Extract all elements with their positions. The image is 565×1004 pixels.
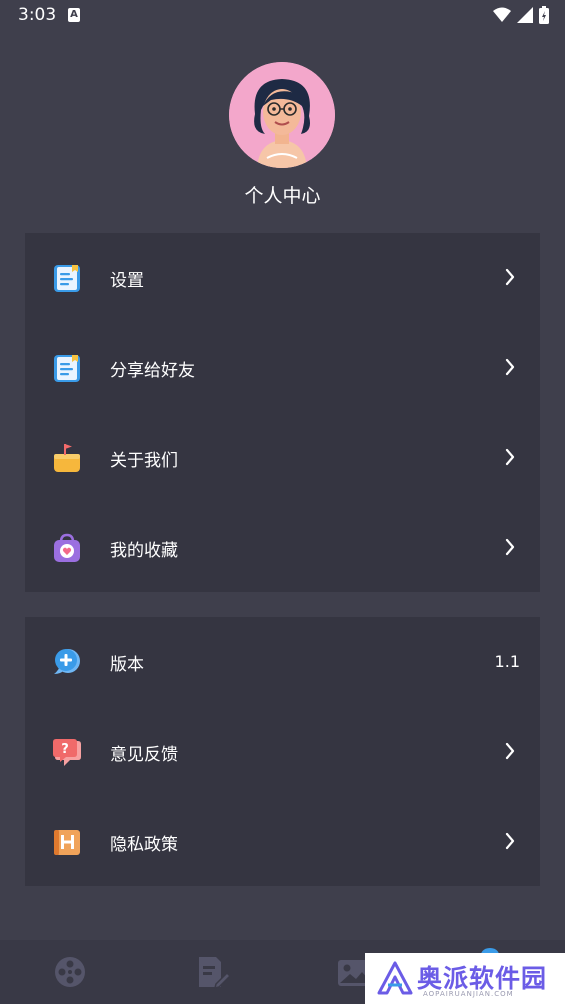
menu-item-label: 版本 — [110, 655, 144, 675]
menu-item-share[interactable]: 分享给好友 — [25, 323, 540, 413]
menu-item-label: 关于我们 — [110, 451, 178, 471]
chevron-right-icon — [505, 538, 515, 556]
menu-item-settings[interactable]: 设置 — [25, 233, 540, 323]
profile-title: 个人中心 — [244, 185, 321, 207]
status-icons — [493, 6, 549, 24]
svg-text:?: ? — [61, 742, 69, 757]
menu-item-favorites[interactable]: 我的收藏 — [25, 503, 540, 593]
menu-item-feedback[interactable]: ? 意见反馈 — [25, 707, 540, 797]
version-value: 1.1 — [494, 652, 520, 671]
avatar-illustration — [229, 62, 335, 168]
chevron-right-icon — [505, 358, 515, 376]
wifi-icon — [493, 7, 511, 22]
watermark-logo-icon — [377, 961, 413, 995]
menu-card-info: 版本 1.1 ? 意见反馈 隐私政策 — [25, 617, 540, 886]
notebook-icon — [54, 265, 80, 292]
question-bubble-icon: ? — [53, 739, 81, 766]
notification-a-icon: A — [68, 8, 80, 22]
menu-item-privacy[interactable]: 隐私政策 — [25, 797, 540, 887]
chevron-right-icon — [505, 742, 515, 760]
chevron-right-icon — [505, 448, 515, 466]
watermark-subtext: AOPAIRUANJIAN.COM — [423, 990, 514, 998]
menu-item-label: 我的收藏 — [110, 541, 178, 561]
film-reel-icon[interactable] — [52, 954, 88, 990]
chat-plus-icon — [54, 649, 80, 674]
menu-item-label: 意见反馈 — [110, 745, 178, 765]
edit-document-icon[interactable] — [194, 954, 230, 990]
battery-icon — [539, 6, 549, 24]
menu-item-label: 分享给好友 — [110, 361, 195, 381]
status-time: 3:03 — [18, 5, 57, 25]
menu-item-label: 设置 — [110, 271, 144, 291]
signal-icon — [517, 7, 533, 23]
policy-scroll-icon — [54, 830, 80, 855]
chevron-right-icon — [505, 268, 515, 286]
watermark: 奥派软件园 AOPAIRUANJIAN.COM — [365, 953, 565, 1004]
menu-item-about[interactable]: 关于我们 — [25, 413, 540, 503]
share-notebook-icon — [54, 355, 80, 382]
menu-card-main: 设置 分享给好友 关于我们 我的收藏 — [25, 233, 540, 592]
personal-center-screen: 3:03 A 个人中心 设置 分享给好友 关于我们 我的收藏 版本 1.1 ? … — [0, 0, 565, 1004]
avatar[interactable] — [229, 62, 335, 168]
menu-item-label: 隐私政策 — [110, 835, 178, 855]
flag-box-icon — [54, 444, 80, 472]
chevron-right-icon — [505, 832, 515, 850]
heart-bag-icon — [54, 533, 80, 562]
status-bar: 3:03 A — [0, 0, 565, 32]
menu-item-version[interactable]: 版本 1.1 — [25, 617, 540, 707]
